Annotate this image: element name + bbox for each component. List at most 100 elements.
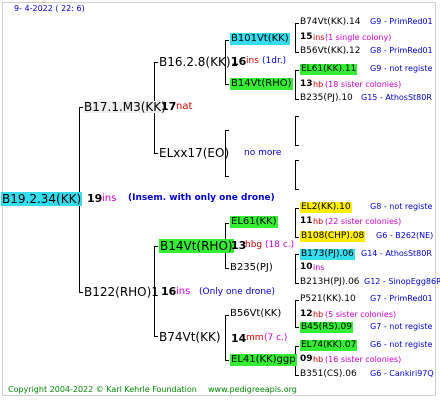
l4-count: 09 <box>300 354 313 364</box>
b17-unit: nat <box>176 101 193 112</box>
connector <box>295 237 299 238</box>
b14-node[interactable]: B14Vt(RHO) <box>159 239 234 253</box>
b16-count: 16 <box>231 55 247 68</box>
root-note: (Insem. with only one drone) <box>128 193 275 203</box>
b101-node[interactable]: B101Vt(KK) <box>230 33 290 45</box>
connector <box>295 300 296 328</box>
connector <box>295 116 296 146</box>
b56-note: (7 c.) <box>264 333 288 343</box>
connector <box>225 268 229 269</box>
connector <box>295 327 299 328</box>
b14-note: (18 c.) <box>265 240 295 250</box>
l4-note: (1 single colony) <box>325 33 392 42</box>
right-ref: G14 - AthosSt80R <box>361 249 432 258</box>
right-node[interactable]: B108(CHP).08 <box>300 231 366 242</box>
b16-node[interactable]: B16.2.8(KK)1 <box>159 56 238 68</box>
right-ref: G15 - AthosSt80R <box>361 93 432 102</box>
b14-unit: hbg <box>245 240 263 250</box>
connector <box>154 246 158 247</box>
right-ref: G8 - not registe <box>370 202 433 211</box>
b122-note: (Only one drone) <box>199 287 276 297</box>
connector <box>295 52 299 53</box>
l4-unit: ins <box>313 33 325 42</box>
l4-unit: ins <box>313 263 325 272</box>
l4-count: 13 <box>300 79 313 89</box>
right-ref: G9 - PrimRed01 <box>370 17 433 26</box>
connector <box>225 315 229 316</box>
b122-node[interactable]: B122(RHO)1 <box>84 286 159 298</box>
connector <box>225 223 229 224</box>
footer-copyright: Copyright 2004-2022 © Karl Kehrle Founda… <box>8 385 197 394</box>
connector <box>295 23 299 24</box>
l4-unit: hb <box>313 217 324 226</box>
elxx17-note: no more <box>244 148 282 158</box>
connector <box>295 70 296 100</box>
connector <box>225 315 226 361</box>
right-ref: G9 - not registe <box>370 64 433 73</box>
b56-node[interactable]: B56Vt(KK) <box>230 309 281 319</box>
l4-note: (22 sister colonies) <box>325 217 402 226</box>
b235-node[interactable]: B235(PJ) <box>230 263 273 273</box>
b17-count: 17 <box>161 100 177 113</box>
root-node[interactable]: B19.2.34(KK) <box>1 192 83 206</box>
right-ref: G6 - not registe <box>370 340 433 349</box>
right-ref: G12 - SinopEgg86R <box>364 277 440 286</box>
right-node[interactable]: B173(PJ).06 <box>300 249 355 260</box>
right-node[interactable]: B351(CS).06 <box>300 370 357 379</box>
connector <box>295 300 299 301</box>
pedigree-chart: 9- 4-2022 ( 22: 6) B19.2.34(KK) 19 ins (… <box>0 0 440 400</box>
b16-note: (1dr.) <box>262 56 287 66</box>
right-node[interactable]: B235(PJ).10 <box>300 94 353 103</box>
connector <box>295 116 299 117</box>
connector <box>295 346 299 347</box>
connector <box>295 208 296 238</box>
right-ref: G6 - B262(NE) <box>376 231 434 240</box>
right-node[interactable]: P521(KK).10 <box>300 295 356 304</box>
root-unit: ins <box>102 193 117 204</box>
right-node[interactable]: EL74(KK).07 <box>300 340 358 351</box>
right-node[interactable]: B45(RS).09 <box>300 322 353 333</box>
connector <box>295 208 299 209</box>
connector <box>79 292 83 293</box>
el41-node[interactable]: EL41(KK)ggp <box>230 354 297 366</box>
right-node[interactable]: B213H(PJ).06 <box>300 278 360 287</box>
b56-unit: mm <box>246 333 264 343</box>
connector <box>154 336 158 337</box>
right-node[interactable]: B56Vt(KK).12 <box>300 47 360 56</box>
b56-count: 14 <box>231 332 247 345</box>
l4-unit: hb <box>313 80 324 89</box>
footer-link[interactable]: www.pedigreeapis.org <box>208 386 297 394</box>
el61-node[interactable]: EL61(KK) <box>230 216 278 228</box>
elxx17-node[interactable]: ELxx17(EO) <box>159 147 229 159</box>
root-count: 19 <box>87 192 103 205</box>
connector <box>295 160 299 161</box>
b17-node[interactable]: B17.1.M3(KK) <box>84 101 166 113</box>
l4-count: 11 <box>300 216 313 226</box>
b122-count: 16 <box>161 285 177 298</box>
l4-count: 12 <box>300 309 313 319</box>
l4-note: (18 sister colonies) <box>325 80 402 89</box>
b74-node[interactable]: B74Vt(KK) <box>159 331 221 343</box>
connector <box>225 40 229 41</box>
connector <box>295 189 299 190</box>
connector <box>295 254 296 284</box>
l4-note: (5 sister colonies) <box>325 310 397 319</box>
b16-unit: ins <box>246 56 259 66</box>
connector <box>225 176 229 177</box>
connector <box>295 283 299 284</box>
date-stamp: 9- 4-2022 ( 22: 6) <box>14 4 85 13</box>
connector <box>225 84 229 85</box>
connector <box>225 130 229 131</box>
right-node[interactable]: B74Vt(KK).14 <box>300 18 360 27</box>
right-node[interactable]: EL61(KK).11 <box>300 64 358 75</box>
right-ref: G7 - PrimRed01 <box>370 294 433 303</box>
right-node[interactable]: EL2(KK).10 <box>300 202 352 213</box>
connector <box>154 62 158 63</box>
connector <box>154 153 158 154</box>
right-ref: G7 - not registe <box>370 322 433 331</box>
l4-count: 15 <box>300 32 313 42</box>
b14-sub-node[interactable]: B14Vt(RHO) <box>230 78 293 90</box>
connector <box>295 99 299 100</box>
b122-unit: ins <box>176 286 191 297</box>
connector <box>79 107 83 108</box>
